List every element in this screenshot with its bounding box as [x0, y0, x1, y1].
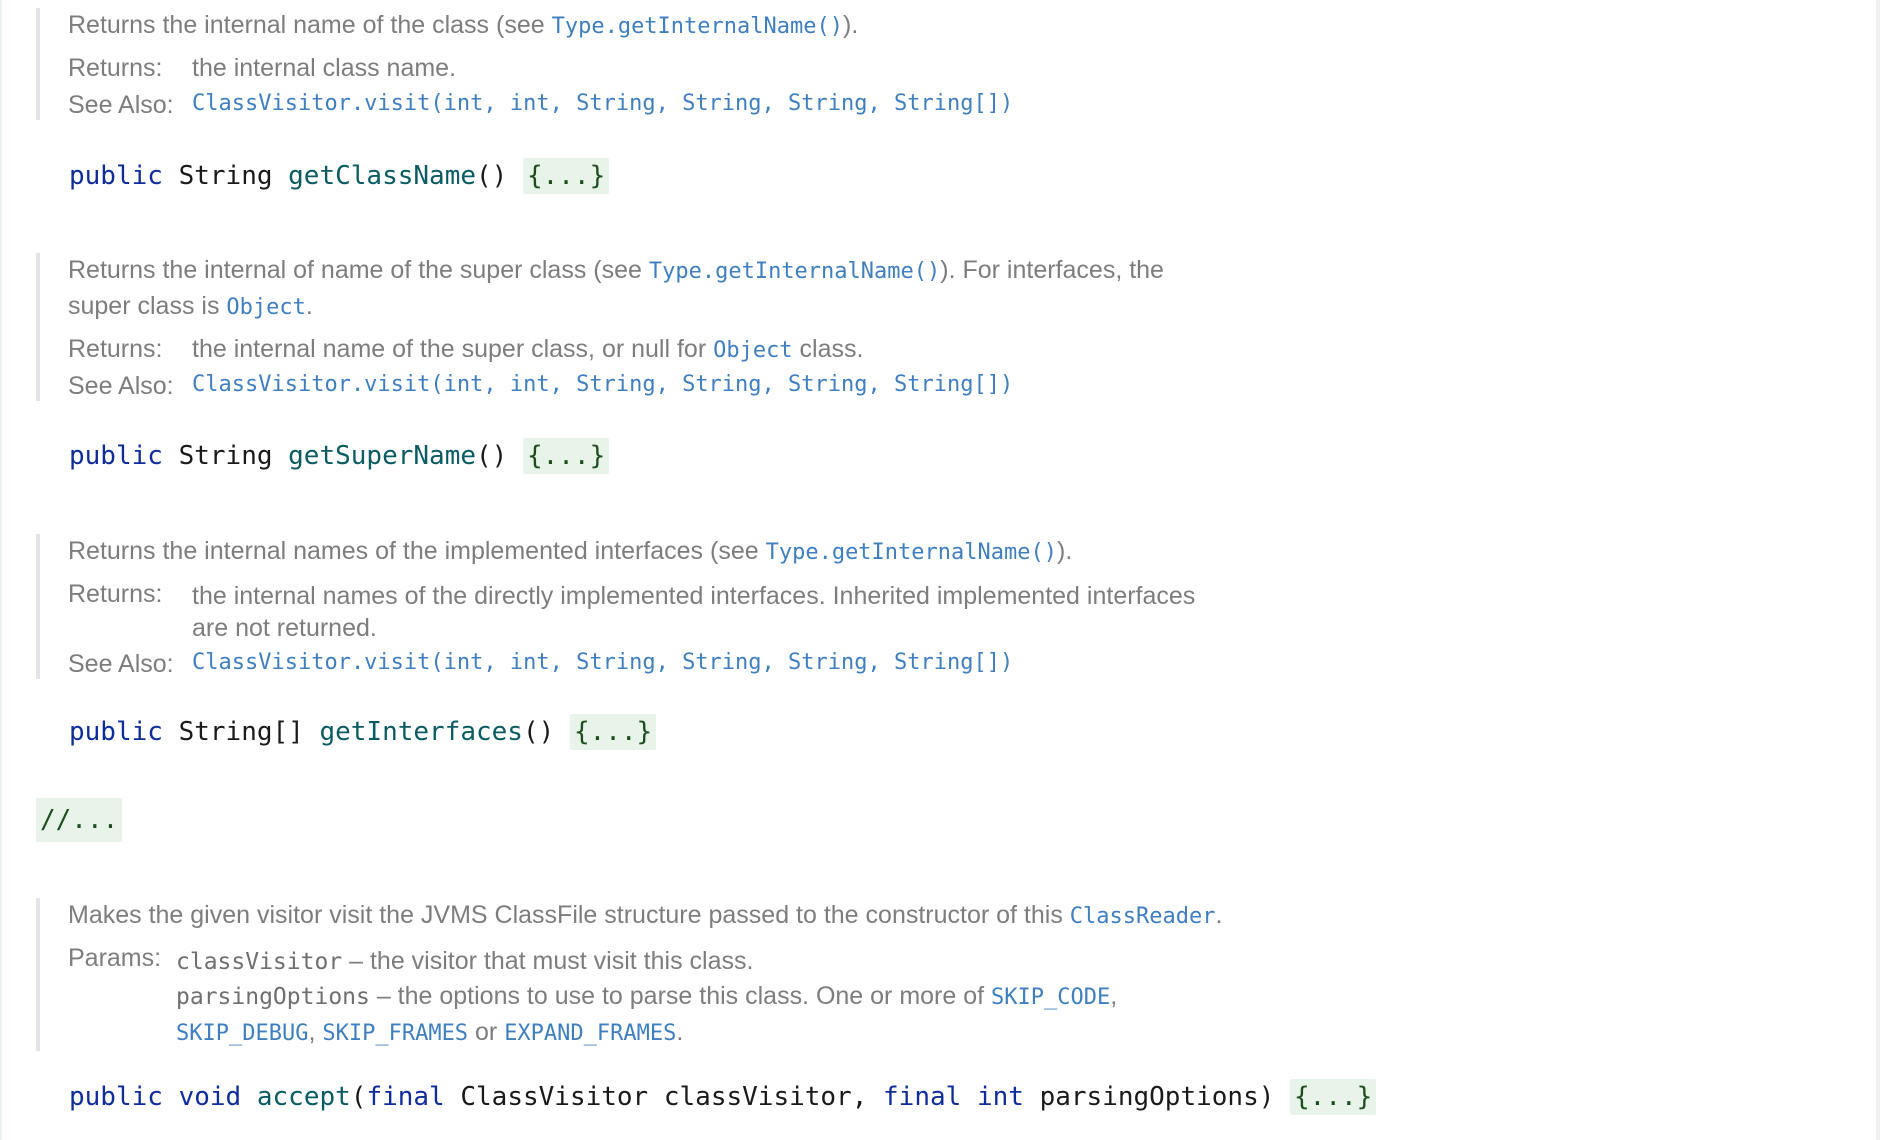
desc-text-end: ). For interfaces, the	[940, 256, 1164, 284]
separator: ,	[1110, 982, 1118, 1010]
return-type: String	[178, 161, 273, 191]
method-signature-getClassName: public String getClassName() {...}	[69, 156, 610, 196]
see-also-label: See Also:	[68, 650, 174, 678]
keyword-public: public	[69, 161, 163, 191]
method-signature-getInterfaces: public String[] getInterfaces() {...}	[69, 712, 657, 752]
param-classVisitor: classVisitor – the visitor that must vis…	[176, 944, 1117, 979]
see-also-link[interactable]: ClassVisitor.visit(int, int, String, Str…	[192, 650, 1013, 675]
folded-comment[interactable]: //...	[36, 798, 123, 842]
see-also-row: See Also: ClassVisitor.visit(int, int, S…	[68, 91, 1013, 120]
fold-placeholder[interactable]: {...}	[569, 714, 657, 750]
object-link[interactable]: Object	[226, 295, 305, 320]
method-signature-getSuperName: public String getSuperName() {...}	[69, 436, 610, 476]
see-also-row: See Also: ClassVisitor.visit(int, int, S…	[68, 372, 1164, 401]
doc-description: Returns the internal of name of the supe…	[68, 253, 1164, 289]
doc-comment-getSuperName: Returns the internal of name of the supe…	[36, 253, 1164, 401]
keyword-public: public	[69, 441, 163, 471]
returns-text-line2: are not returned.	[192, 614, 377, 642]
param-desc: – the visitor that must visit this class…	[342, 947, 754, 975]
method-name[interactable]: getInterfaces	[319, 717, 523, 747]
type-getinternalname-link[interactable]: Type.getInternalName()	[649, 259, 940, 284]
doc-comment-getClassName: Returns the internal name of the class (…	[36, 8, 1013, 120]
skip-frames-link[interactable]: SKIP_FRAMES	[322, 1021, 468, 1046]
classreader-link[interactable]: ClassReader	[1070, 904, 1216, 929]
skip-debug-link[interactable]: SKIP_DEBUG	[176, 1021, 308, 1046]
param-decl: parsingOptions)	[1023, 1082, 1275, 1112]
fold-placeholder[interactable]: {...}	[522, 158, 610, 194]
method-name[interactable]: accept	[257, 1082, 351, 1112]
returns-text: the internal name of the super class, or…	[192, 335, 863, 364]
fold-placeholder[interactable]: {...}	[522, 438, 610, 474]
returns-label: Returns:	[68, 580, 163, 608]
param-name: parsingOptions	[176, 984, 370, 1010]
param-parsingOptions: parsingOptions – the options to use to p…	[176, 979, 1117, 1015]
doc-comment-accept: Makes the given visitor visit the JVMS C…	[36, 898, 1222, 1051]
params-row: Params: classVisitor – the visitor that …	[68, 944, 1222, 1051]
method-args: ()	[476, 161, 508, 191]
keyword-public: public	[69, 1082, 163, 1112]
method-args: ()	[522, 717, 555, 747]
see-also-row: See Also: ClassVisitor.visit(int, int, S…	[68, 650, 1195, 679]
doc-description: Returns the internal name of the class (…	[68, 8, 1013, 44]
param-name: classVisitor	[176, 949, 343, 975]
returns-row: Returns: the internal class name.	[68, 54, 1013, 83]
separator: .	[676, 1018, 684, 1046]
skip-code-link[interactable]: SKIP_CODE	[991, 985, 1110, 1010]
keyword-void: void	[178, 1082, 242, 1112]
desc-text-end: ).	[1057, 537, 1073, 565]
returns-label: Returns:	[68, 54, 163, 82]
desc-text: Returns the internal name of the class (…	[68, 11, 552, 39]
desc-text-end: .	[305, 292, 313, 320]
keyword-int: int	[976, 1082, 1024, 1112]
method-name[interactable]: getSuperName	[288, 441, 476, 471]
returns-text-line1: the internal names of the directly imple…	[192, 582, 1196, 610]
gutter-edge	[0, 0, 2, 1140]
fold-placeholder[interactable]: {...}	[1290, 1079, 1377, 1115]
doc-description-line2: super class is Object.	[68, 289, 1164, 325]
paren-open: (	[350, 1082, 367, 1112]
method-args: ()	[476, 441, 508, 471]
method-signature-accept: public void accept(final ClassVisitor cl…	[69, 1077, 1377, 1117]
returns-row: Returns: the internal names of the direc…	[68, 580, 1195, 644]
see-also-label: See Also:	[68, 372, 174, 400]
param-parsingOptions-cont: SKIP_DEBUG, SKIP_FRAMES or EXPAND_FRAMES…	[176, 1015, 1117, 1051]
separator: or	[468, 1018, 505, 1046]
method-name[interactable]: getClassName	[288, 161, 476, 191]
desc-text: Makes the given visitor visit the JVMS C…	[68, 901, 1070, 929]
return-type: String[]	[178, 717, 304, 747]
separator: ,	[308, 1018, 323, 1046]
object-link[interactable]: Object	[713, 338, 792, 363]
desc-text-end: ).	[843, 11, 859, 39]
type-getinternalname-link[interactable]: Type.getInternalName()	[552, 14, 843, 39]
returns-label: Returns:	[68, 335, 163, 363]
keyword-final: final	[366, 1082, 445, 1112]
keyword-public: public	[69, 717, 163, 747]
see-also-link[interactable]: ClassVisitor.visit(int, int, String, Str…	[192, 372, 1013, 397]
desc-text-end: .	[1215, 901, 1223, 929]
expand-frames-link[interactable]: EXPAND_FRAMES	[504, 1021, 676, 1046]
returns-text-part: the internal name of the super class, or…	[192, 335, 714, 363]
code-editor: Returns the internal name of the class (…	[0, 0, 1880, 1140]
returns-row: Returns: the internal name of the super …	[68, 335, 1164, 364]
desc-text: super class is	[68, 292, 227, 320]
doc-comment-getInterfaces: Returns the internal names of the implem…	[36, 534, 1195, 679]
keyword-final: final	[883, 1082, 962, 1112]
params-list: classVisitor – the visitor that must vis…	[176, 944, 1117, 1051]
param-decl: ClassVisitor classVisitor,	[444, 1082, 884, 1112]
returns-text-end: class.	[792, 335, 864, 363]
return-type: String	[178, 441, 273, 471]
params-label: Params:	[68, 944, 162, 972]
returns-text: the internal names of the directly imple…	[192, 580, 1195, 644]
doc-description: Makes the given visitor visit the JVMS C…	[68, 898, 1222, 934]
type-getinternalname-link[interactable]: Type.getInternalName()	[766, 540, 1057, 565]
returns-text: the internal class name.	[192, 54, 457, 82]
desc-text: Returns the internal names of the implem…	[68, 537, 766, 565]
see-also-label: See Also:	[68, 91, 174, 119]
see-also-link[interactable]: ClassVisitor.visit(int, int, String, Str…	[192, 91, 1013, 116]
desc-text: Returns the internal of name of the supe…	[68, 256, 649, 284]
param-desc: – the options to use to parse this class…	[369, 982, 992, 1010]
doc-description: Returns the internal names of the implem…	[68, 534, 1195, 570]
scrollbar-track[interactable]	[1876, 0, 1880, 1140]
